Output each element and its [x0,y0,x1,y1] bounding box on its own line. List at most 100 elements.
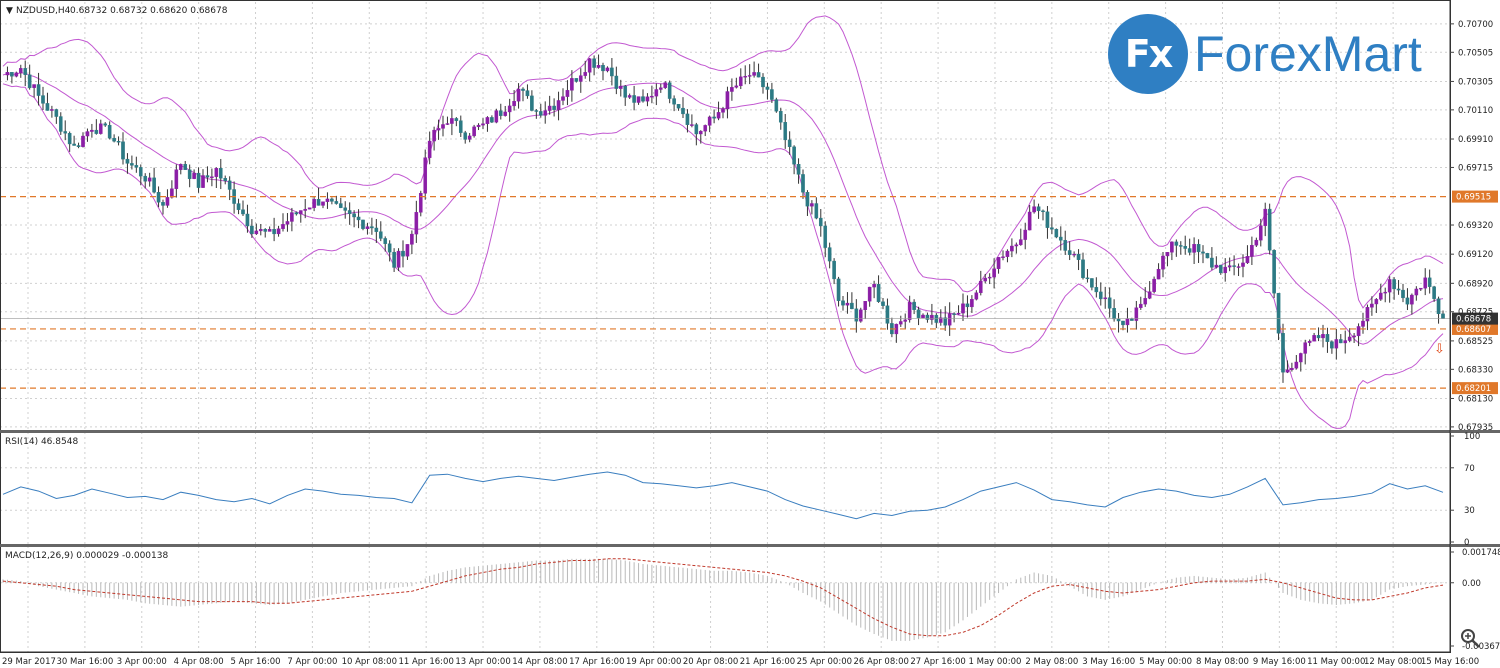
candle [258,223,263,236]
candle [796,158,801,184]
candle [774,97,779,113]
candle-body [1405,297,1410,305]
candle-body [507,105,512,113]
candle-body [1294,361,1299,369]
candlesticks[interactable] [5,54,1445,383]
candle-body [18,68,23,73]
candle [1383,287,1388,303]
candle-body [276,228,281,235]
candle-body [383,238,388,244]
rsi-title: RSI(14) 46.8548 [5,437,78,447]
candle [1098,282,1103,306]
candle [1423,268,1428,296]
candle [578,68,583,93]
candle [1178,241,1183,255]
candle-body [1392,279,1396,290]
candle-body [1307,341,1312,343]
candle-body [707,116,712,126]
forex-chart[interactable]: 0.695150.686070.682010.68678 0.707000.70… [0,0,1500,668]
candle [1094,277,1099,298]
candle [627,93,632,99]
candle [890,317,894,338]
candle [970,295,974,313]
candle-body [876,283,881,302]
level-label: 0.68607 [1456,325,1491,335]
candle [1023,222,1028,250]
candle [1436,296,1441,324]
candle-body [356,216,361,221]
candle-body [214,168,219,177]
candle [663,81,668,90]
candle [1303,339,1308,365]
candle-body [650,95,654,98]
candle [316,187,321,206]
candle-body [503,111,508,116]
candle-body [1143,298,1148,305]
candle-body [174,169,179,189]
candle [23,60,28,87]
candle [98,119,103,135]
candle [1032,199,1036,214]
candle-body [1272,250,1276,294]
candle-body [414,212,419,235]
candle [1294,355,1299,370]
candle [1058,226,1063,251]
candle [823,221,828,258]
x-tick-label: 19 Apr 00:00 [626,657,681,667]
candle-body [365,226,370,229]
candle [192,169,196,180]
candle-body [774,99,779,112]
candle [1254,237,1259,247]
zoom-icon[interactable] [1458,626,1482,650]
candle-body [1085,277,1090,280]
candle-body [1014,244,1019,247]
candle [1321,324,1325,348]
candle-body [1054,228,1059,238]
candle-body [756,72,761,78]
candle-body [138,167,143,177]
candle-body [192,172,196,179]
candle-body [147,177,152,182]
x-tick-label: 9 May 16:00 [1253,657,1306,667]
candle [956,305,961,315]
candle-body [1427,277,1432,287]
candle-body [676,104,681,109]
x-tick-label: 13 Apr 00:00 [455,657,510,667]
candle [614,66,619,95]
candle-body [370,226,374,229]
candle [58,112,63,135]
x-tick-label: 2 May 08:00 [1025,657,1078,667]
candle [961,293,965,322]
candle-body [1081,259,1085,279]
candle [1267,203,1272,255]
candle [983,273,988,284]
candle [716,101,721,121]
candle [161,199,165,215]
candle-body [1130,318,1134,321]
candle-body [1387,279,1392,293]
collapse-arrow-icon[interactable]: ▼ [6,6,13,16]
x-tick-label: 30 Mar 16:00 [56,657,113,667]
y-tick-label: 0.69320 [1458,221,1493,231]
candle-body [485,117,490,124]
candle-body [1285,369,1290,373]
candle-body [152,177,156,193]
candle-body [1214,264,1219,268]
panel-separator [0,544,1500,547]
candle [107,121,112,140]
candle-body [307,207,312,210]
candle [14,71,19,78]
candle [1298,352,1303,372]
candle-body [223,178,228,182]
candle [276,225,281,237]
candle [1138,296,1143,310]
y-tick-label: 0.69715 [1458,163,1493,173]
x-tick-label: 3 May 16:00 [1082,657,1135,667]
candle-body [352,213,356,218]
candle [467,132,472,143]
candle [232,181,236,214]
candle-body [1347,336,1352,341]
candle [712,109,716,124]
candle [178,163,183,175]
candle [236,198,241,215]
